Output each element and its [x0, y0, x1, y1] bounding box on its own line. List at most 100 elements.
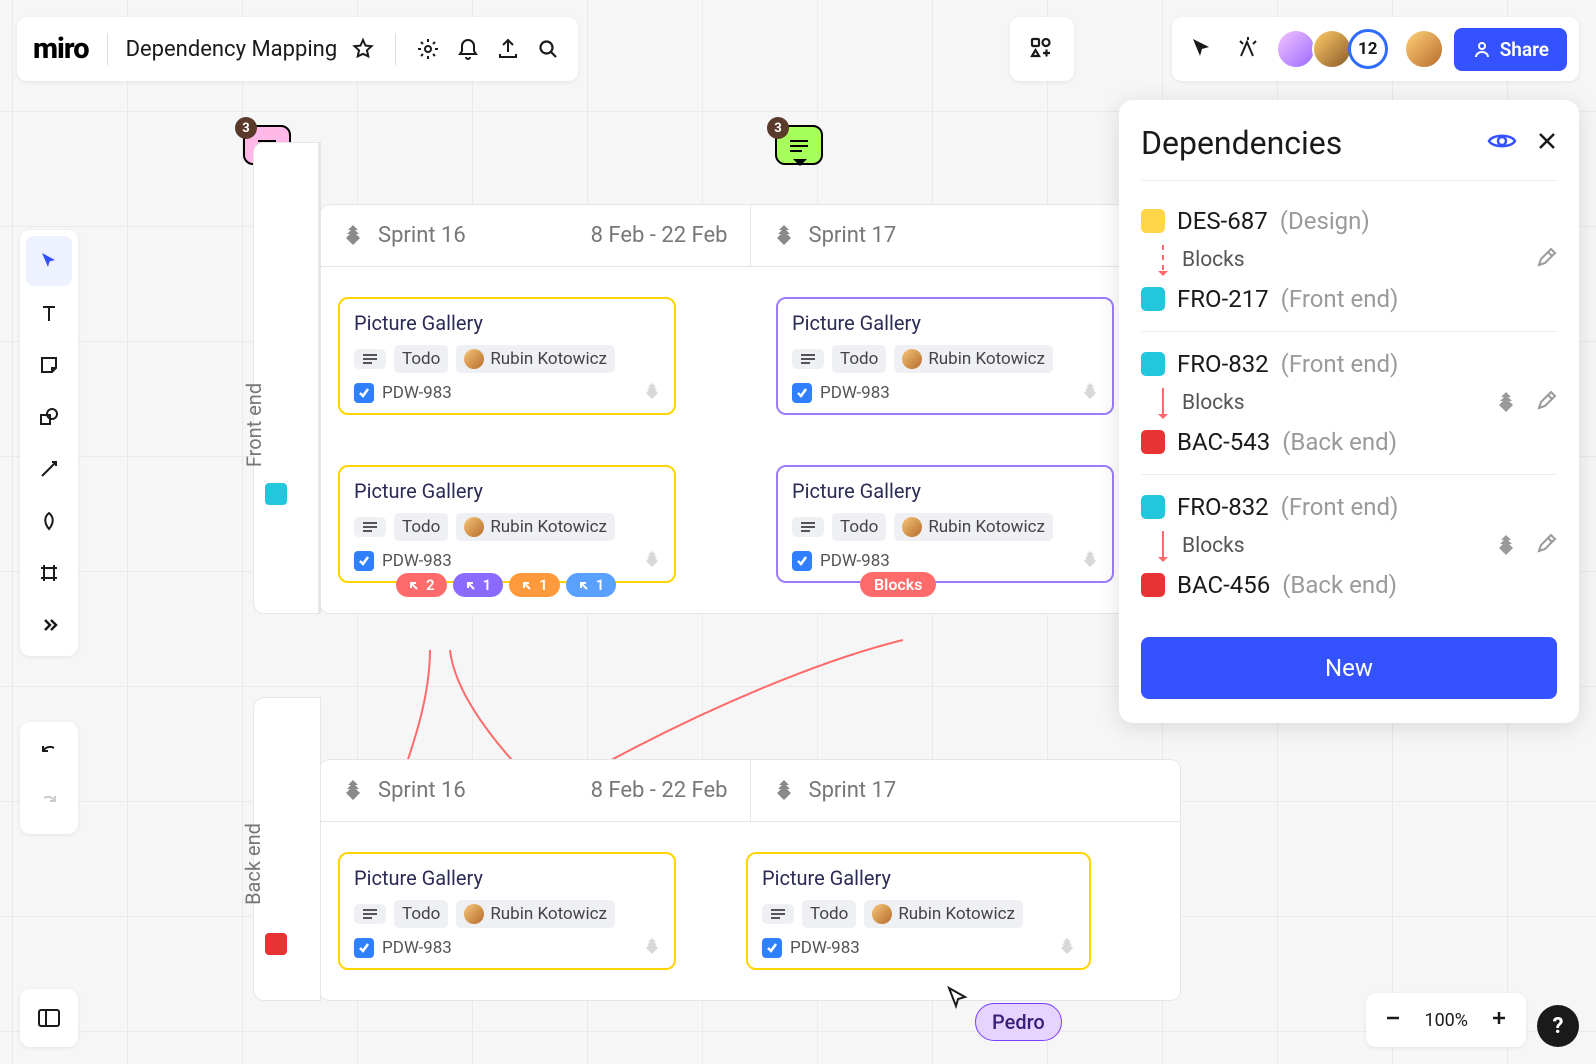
more-tools[interactable]	[26, 600, 72, 650]
status-chip[interactable]: Todo	[394, 345, 448, 373]
select-tool[interactable]	[26, 236, 72, 286]
zoom-in-button[interactable]	[1490, 1009, 1508, 1031]
share-label: Share	[1500, 38, 1549, 61]
dependency-pill[interactable]: 1	[453, 573, 504, 597]
assignee-chip[interactable]: Rubin Kotowicz	[894, 513, 1053, 541]
status-chip[interactable]: Todo	[802, 900, 856, 928]
assignee-chip[interactable]: Rubin Kotowicz	[864, 900, 1023, 928]
dep-category: (Front end)	[1281, 493, 1399, 521]
shape-tool[interactable]	[26, 392, 72, 442]
redo-button[interactable]	[26, 778, 72, 828]
star-icon[interactable]	[349, 35, 377, 63]
jira-icon	[1080, 549, 1100, 573]
sprint-header[interactable]: Sprint 17	[751, 205, 1181, 266]
history-box	[20, 722, 78, 834]
avatar[interactable]	[1312, 29, 1352, 69]
search-icon[interactable]	[534, 35, 562, 63]
assignee-chip[interactable]: Rubin Kotowicz	[894, 345, 1053, 373]
arrow-down-icon	[1162, 245, 1164, 275]
dep-key[interactable]: BAC-456	[1177, 571, 1270, 599]
swimlane-label: Front end	[242, 383, 266, 467]
dep-key[interactable]: DES-687	[1177, 207, 1268, 235]
dep-key[interactable]: FRO-217	[1177, 285, 1269, 313]
comment-count: 3	[767, 117, 789, 139]
cursor-mode-icon[interactable]	[1184, 31, 1220, 67]
issue-card[interactable]: Picture Gallery Todo Rubin Kotowicz PDW-…	[338, 297, 676, 415]
issue-card[interactable]: Picture Gallery Todo Rubin Kotowicz PDW-…	[338, 852, 676, 970]
jira-icon[interactable]	[1495, 533, 1517, 559]
sprint-name: Sprint 17	[809, 223, 897, 248]
dependency-pill[interactable]: 2	[396, 573, 447, 597]
apps-button[interactable]	[1010, 17, 1074, 81]
zoom-out-button[interactable]	[1384, 1009, 1402, 1031]
avatar-icon	[902, 349, 922, 369]
reactions-icon[interactable]	[1230, 31, 1266, 67]
logo[interactable]: miro	[33, 32, 89, 66]
checkbox-icon	[792, 551, 812, 571]
jira-icon[interactable]	[1495, 390, 1517, 416]
dep-key[interactable]: FRO-832	[1177, 350, 1269, 378]
sprint-header[interactable]: Sprint 16 8 Feb - 22 Feb	[320, 205, 751, 266]
issue-card[interactable]: Picture Gallery Todo Rubin Kotowicz PDW-…	[776, 297, 1114, 415]
edit-icon[interactable]	[1535, 533, 1557, 559]
issue-key: PDW-983	[820, 383, 890, 403]
issue-key: PDW-983	[790, 938, 860, 958]
edit-icon[interactable]	[1535, 390, 1557, 416]
avatar-self[interactable]	[1404, 29, 1444, 69]
frontend-table: Sprint 16 8 Feb - 22 Feb Sprint 17 Front…	[320, 205, 1180, 613]
share-button[interactable]: Share	[1454, 28, 1567, 71]
status-chip[interactable]: Todo	[832, 345, 886, 373]
project-icon	[1141, 495, 1165, 519]
description-icon	[354, 349, 386, 369]
close-icon[interactable]	[1537, 131, 1557, 155]
comment-bubble[interactable]: 3	[775, 125, 823, 165]
table-head: Sprint 16 8 Feb - 22 Feb Sprint 17	[320, 760, 1180, 822]
divider	[395, 33, 396, 65]
pen-tool[interactable]	[26, 496, 72, 546]
issue-card[interactable]: Picture Gallery Todo Rubin Kotowicz PDW-…	[746, 852, 1091, 970]
dependency-group: DES-687 (Design) Blocks FRO-217 (Front e…	[1141, 189, 1557, 332]
panel-toggle[interactable]	[20, 989, 78, 1047]
connector-tool[interactable]	[26, 444, 72, 494]
sticky-tool[interactable]	[26, 340, 72, 390]
backend-table: Sprint 16 8 Feb - 22 Feb Sprint 17 Back …	[320, 760, 1180, 1000]
assignee-chip[interactable]: Rubin Kotowicz	[456, 900, 615, 928]
jira-icon	[642, 936, 662, 960]
export-icon[interactable]	[494, 35, 522, 63]
status-chip[interactable]: Todo	[394, 900, 448, 928]
dependencies-panel: Dependencies DES-687 (Design) Blocks FRO…	[1119, 100, 1579, 723]
sprint-header[interactable]: Sprint 16 8 Feb - 22 Feb	[320, 760, 751, 821]
sprint-header[interactable]: Sprint 17	[751, 760, 1181, 821]
zoom-level[interactable]: 100%	[1424, 1010, 1468, 1031]
text-tool[interactable]	[26, 288, 72, 338]
new-dependency-button[interactable]: New	[1141, 637, 1557, 699]
issue-card[interactable]: Picture Gallery Todo Rubin Kotowicz PDW-…	[776, 465, 1114, 583]
frame-tool[interactable]	[26, 548, 72, 598]
settings-icon[interactable]	[414, 35, 442, 63]
assignee-chip[interactable]: Rubin Kotowicz	[456, 345, 615, 373]
bell-icon[interactable]	[454, 35, 482, 63]
dependency-pill[interactable]: 1	[509, 573, 560, 597]
undo-button[interactable]	[26, 728, 72, 778]
edit-icon[interactable]	[1535, 247, 1557, 273]
board-title[interactable]: Dependency Mapping	[126, 37, 338, 62]
comment-count: 3	[235, 117, 257, 139]
divider	[107, 33, 108, 65]
project-icon	[1141, 352, 1165, 376]
participant-overflow[interactable]: 12	[1348, 29, 1388, 69]
dep-key[interactable]: BAC-543	[1177, 428, 1270, 456]
help-button[interactable]: ?	[1537, 1005, 1579, 1047]
visibility-icon[interactable]	[1487, 130, 1517, 156]
header-right: 12 Share	[1172, 17, 1579, 81]
status-chip[interactable]: Todo	[394, 513, 448, 541]
dependency-pill[interactable]: 1	[566, 573, 617, 597]
status-chip[interactable]: Todo	[832, 513, 886, 541]
assignee-chip[interactable]: Rubin Kotowicz	[456, 513, 615, 541]
blocks-pill[interactable]: Blocks	[860, 572, 936, 597]
dependency-pills: 2 1 1 1	[396, 573, 616, 597]
avatar[interactable]	[1276, 29, 1316, 69]
avatar-icon	[872, 904, 892, 924]
issue-card[interactable]: Picture Gallery Todo Rubin Kotowicz PDW-…	[338, 465, 676, 583]
card-title: Picture Gallery	[762, 866, 1075, 890]
dep-key[interactable]: FRO-832	[1177, 493, 1269, 521]
